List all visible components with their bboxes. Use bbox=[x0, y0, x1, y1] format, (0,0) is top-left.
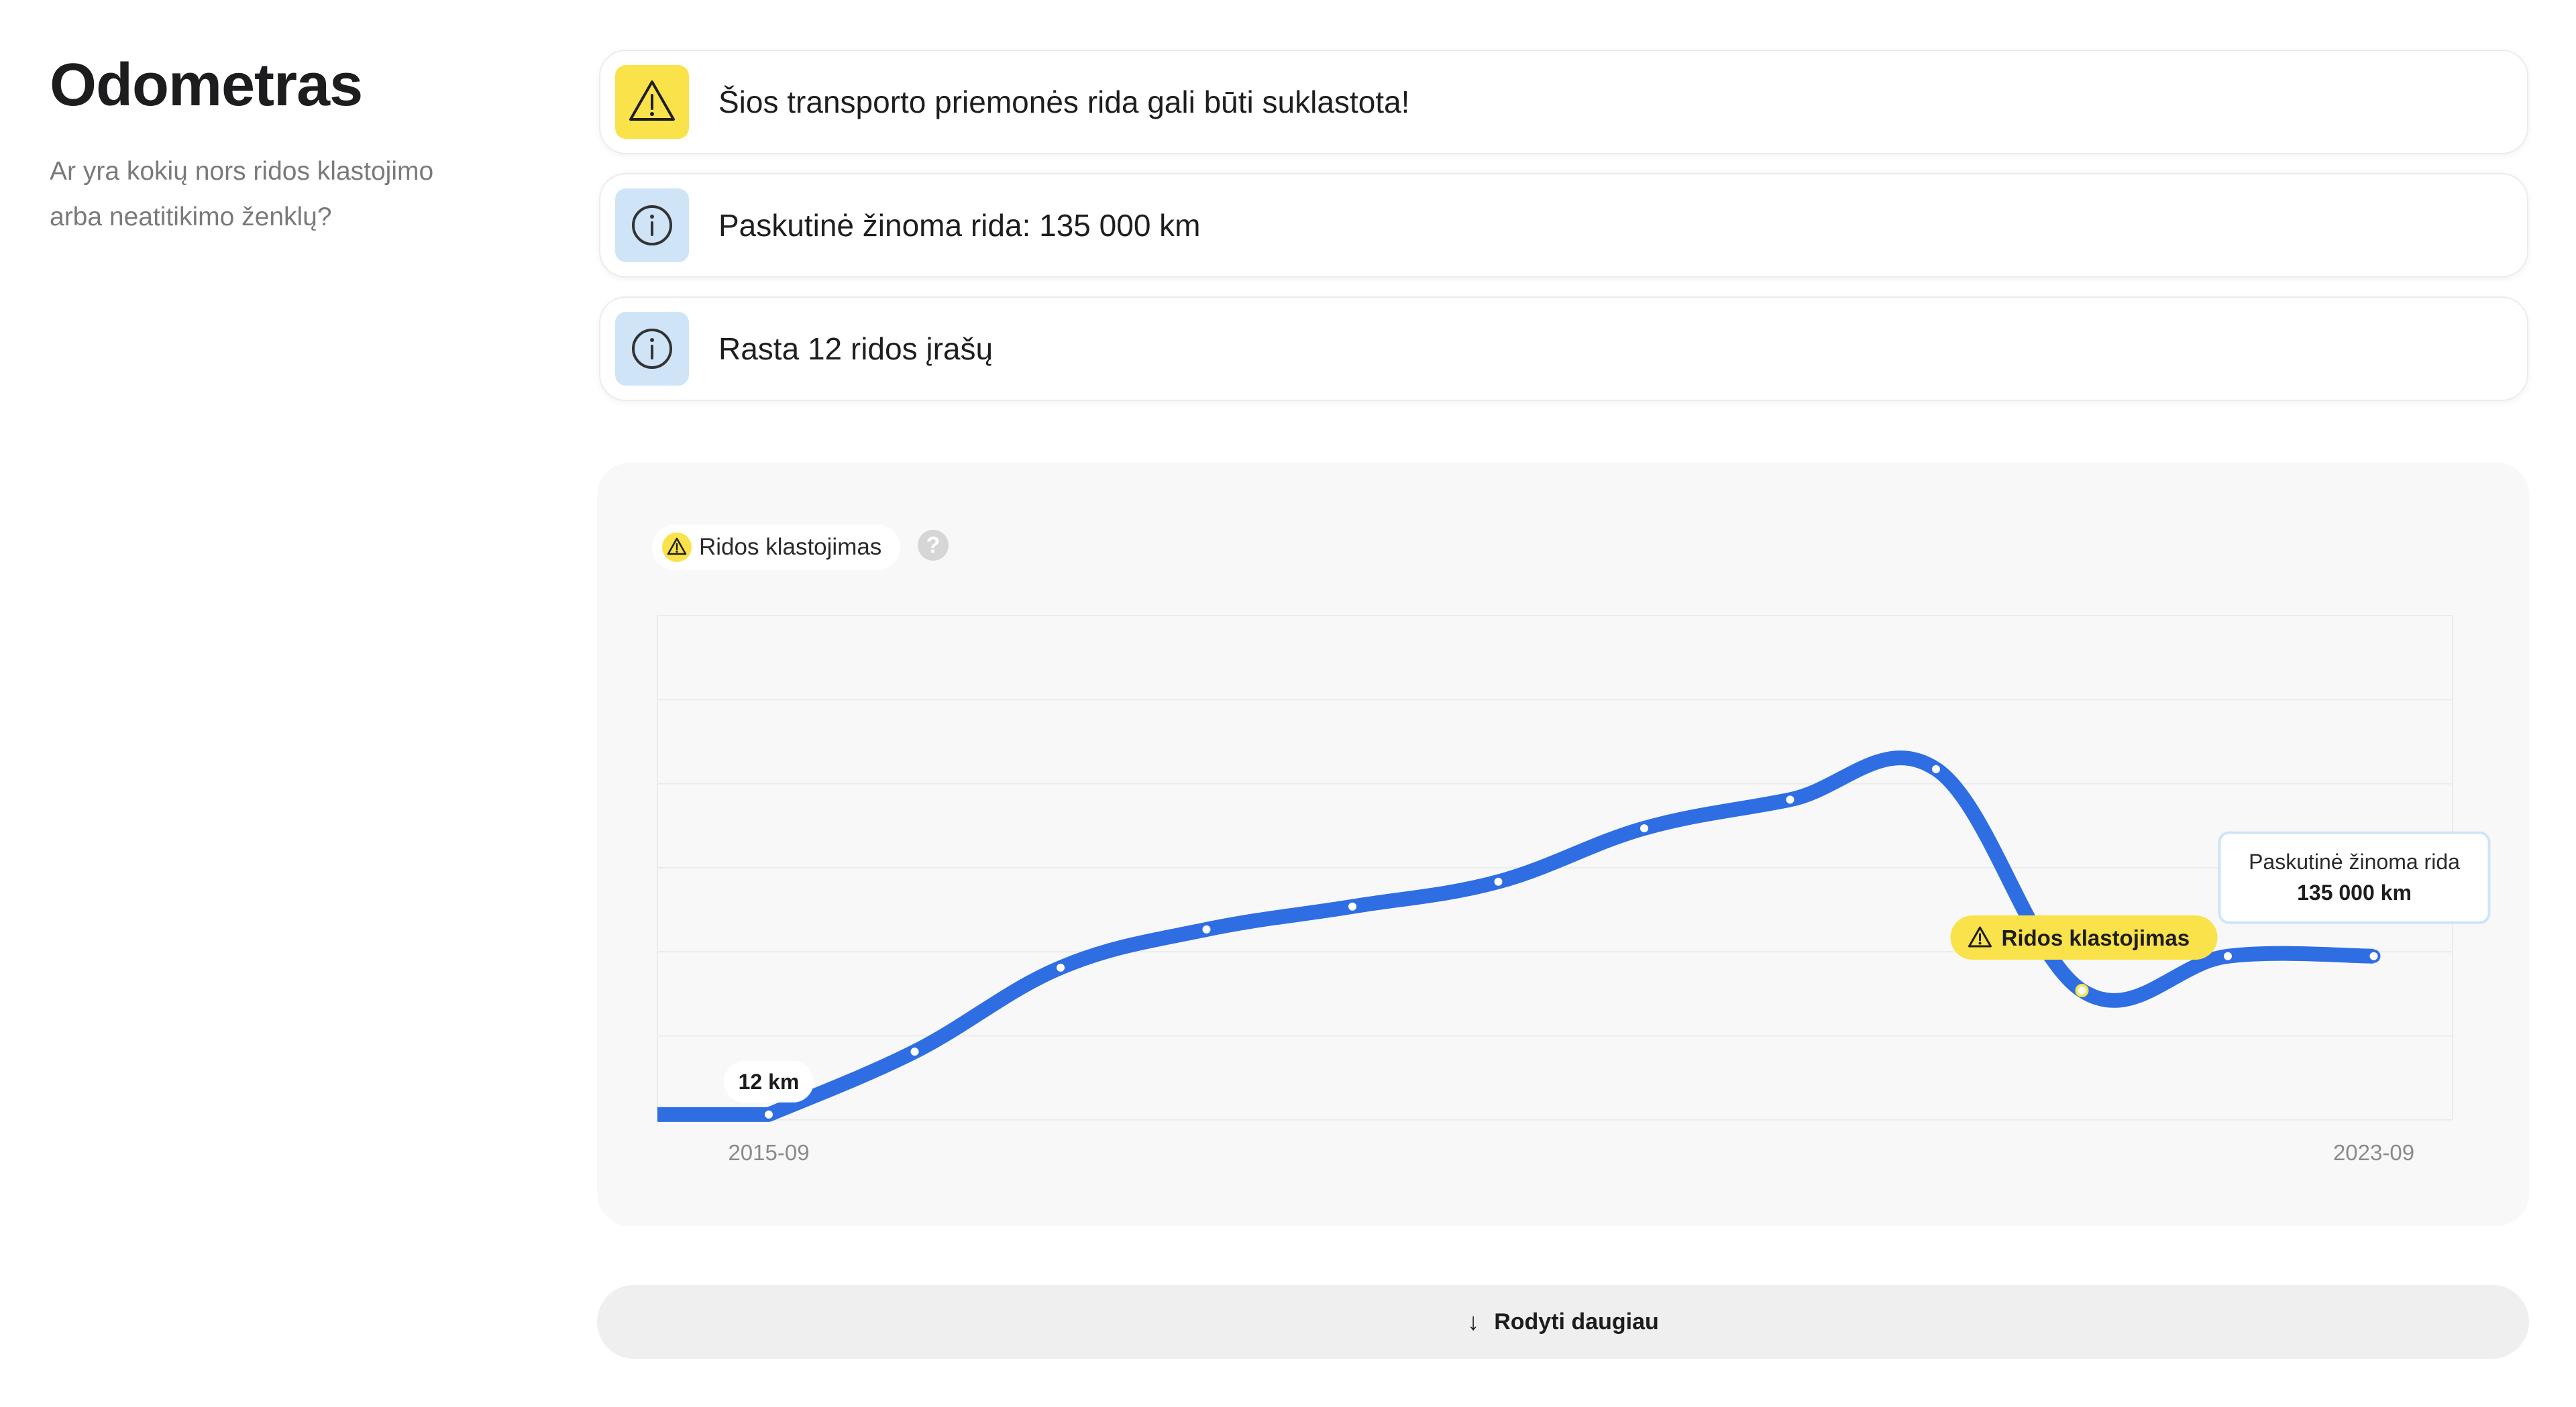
odometer-chart: 12 km Ridos klastojimas Paskutinė žinoma… bbox=[657, 615, 2491, 1165]
alert-info-records-count: Rasta 12 ridos įrašų bbox=[599, 296, 2528, 401]
data-point[interactable] bbox=[1783, 793, 1797, 807]
info-icon bbox=[615, 312, 689, 386]
info-icon bbox=[615, 188, 689, 262]
tooltip-value: 135 000 km bbox=[2297, 881, 2412, 905]
data-point[interactable] bbox=[2221, 949, 2235, 963]
alert-text: Paskutinė žinoma rida: 135 000 km bbox=[718, 208, 1201, 243]
x-tick-label: 2015-09 bbox=[728, 1140, 809, 1165]
last-point-tooltip: Paskutinė žinoma rida 135 000 km bbox=[2218, 831, 2491, 924]
fraud-marker-label: Ridos klastojimas bbox=[2002, 925, 2190, 950]
alert-info-last-mileage: Paskutinė žinoma rida: 135 000 km bbox=[599, 173, 2528, 278]
data-point[interactable] bbox=[1054, 960, 1067, 974]
show-more-button[interactable]: ↓ Rodyti daugiau bbox=[597, 1285, 2529, 1359]
alert-text: Rasta 12 ridos įrašų bbox=[718, 331, 994, 366]
alert-warning-fraud: Šios transporto priemonės rida gali būti… bbox=[599, 50, 2528, 154]
data-point[interactable] bbox=[2075, 984, 2089, 997]
arrow-down-icon: ↓ bbox=[1467, 1308, 1480, 1335]
first-point-label-text: 12 km bbox=[739, 1070, 800, 1094]
odometer-chart-card: Ridos klastojimas ? 12 km Ridos klastoji… bbox=[597, 463, 2529, 1226]
page-description: Ar yra kokių nors ridos klastojimo arba … bbox=[50, 157, 434, 231]
fraud-marker[interactable]: Ridos klastojimas bbox=[1950, 915, 2218, 960]
data-point[interactable] bbox=[762, 1107, 775, 1121]
data-point[interactable] bbox=[908, 1045, 922, 1059]
data-point[interactable] bbox=[1346, 899, 1359, 913]
data-point[interactable] bbox=[2367, 949, 2381, 963]
show-more-label: Rodyti daugiau bbox=[1494, 1308, 1659, 1335]
warning-icon bbox=[615, 65, 689, 139]
first-point-label: 12 km bbox=[724, 1060, 814, 1103]
data-point[interactable] bbox=[1929, 762, 1943, 776]
page-title: Odometras bbox=[50, 52, 363, 119]
x-tick-label: 2023-09 bbox=[2333, 1140, 2414, 1165]
data-point[interactable] bbox=[1491, 875, 1505, 889]
data-point[interactable] bbox=[1199, 922, 1214, 936]
tooltip-title: Paskutinė žinoma rida bbox=[2249, 850, 2460, 874]
alert-text: Šios transporto priemonės rida gali būti… bbox=[718, 85, 1410, 119]
data-point[interactable] bbox=[1638, 822, 1651, 836]
